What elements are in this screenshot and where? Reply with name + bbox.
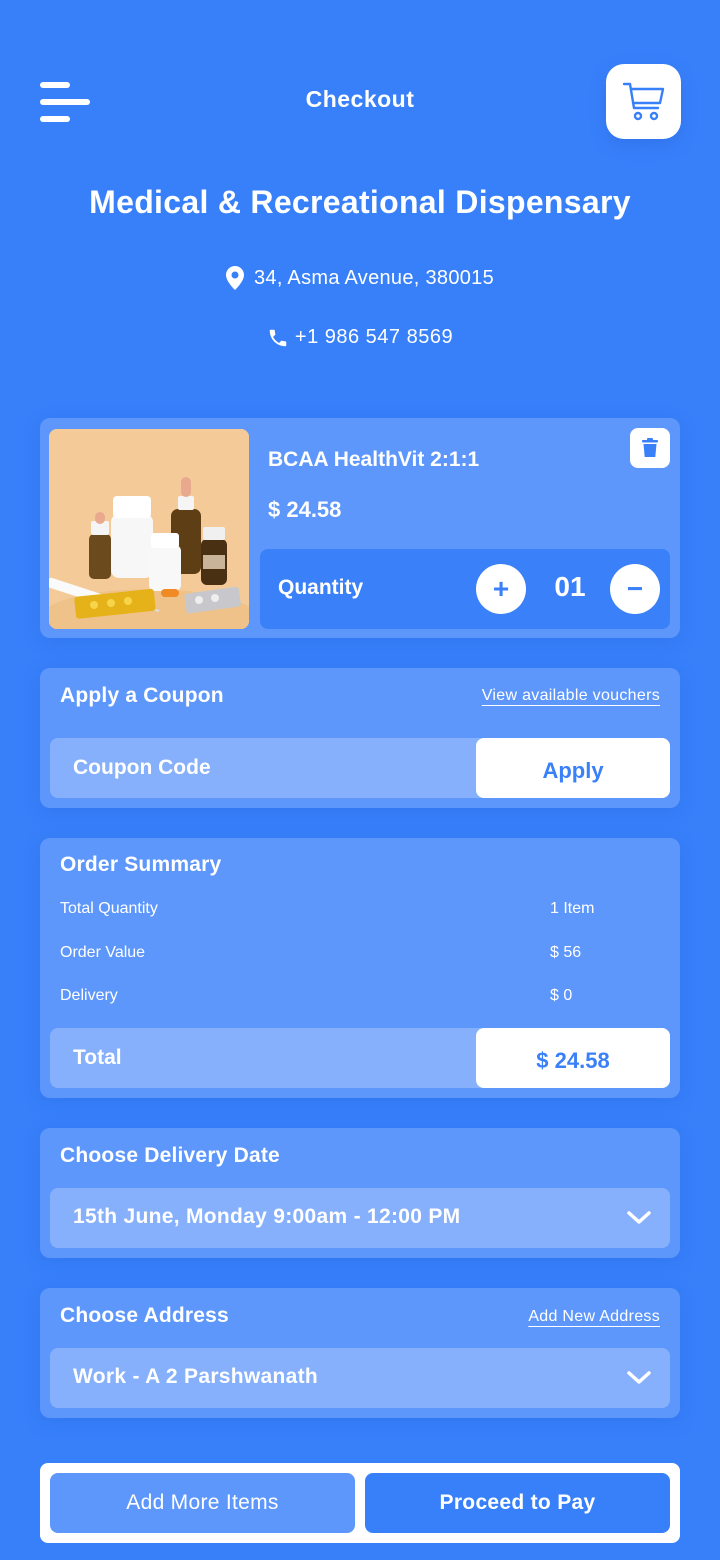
add-new-address-link[interactable]: Add New Address [528, 1308, 660, 1326]
delivery-date-card: Choose Delivery Date 15th June, Monday 9… [40, 1128, 680, 1258]
delivery-date-title: Choose Delivery Date [60, 1144, 280, 1167]
trash-icon [642, 438, 658, 457]
menu-line [40, 116, 70, 122]
order-summary-card: Order Summary Total Quantity 1 Item Orde… [40, 838, 680, 1098]
coupon-code-input[interactable] [50, 738, 476, 798]
order-summary-title: Order Summary [60, 853, 222, 876]
address-title: Choose Address [60, 1304, 229, 1327]
cart-button[interactable] [606, 64, 681, 139]
shopping-cart-icon [622, 82, 664, 120]
product-name: BCAA HealthVit 2:1:1 [268, 448, 480, 471]
summary-value: 1 Item [550, 900, 595, 917]
add-more-items-button[interactable]: Add More Items [50, 1473, 355, 1533]
view-vouchers-link[interactable]: View available vouchers [482, 687, 660, 705]
coupon-title: Apply a Coupon [60, 684, 224, 707]
coupon-row: Apply [50, 738, 670, 798]
address-select[interactable]: Work - A 2 Parshwanath [50, 1348, 670, 1408]
product-image [49, 429, 249, 629]
phone-icon [269, 329, 287, 346]
store-name: Medical & Recreational Dispensary [89, 184, 631, 220]
delivery-date-value: 15th June, Monday 9:00am - 12:00 PM [73, 1205, 461, 1228]
minus-icon: − [626, 573, 644, 604]
summary-label: Order Value [60, 944, 146, 961]
decrease-quantity-button[interactable]: − [610, 564, 660, 614]
apply-coupon-button[interactable]: Apply [476, 738, 670, 798]
coupon-card: Apply a Coupon View available vouchers A… [40, 668, 680, 808]
quantity-value: 01 [554, 571, 586, 602]
address-card: Choose Address Add New Address Work - A … [40, 1288, 680, 1418]
bottom-action-bar: Add More Items Proceed to Pay [40, 1463, 680, 1543]
increase-quantity-button[interactable]: + [476, 564, 526, 614]
store-phone-text: +1 986 547 8569 [294, 326, 454, 348]
summary-value: $ 0 [550, 987, 573, 1004]
quantity-label: Quantity [278, 576, 364, 599]
summary-label: Delivery [60, 987, 118, 1004]
chevron-down-icon [627, 1211, 651, 1224]
chevron-down-icon [627, 1371, 651, 1384]
quantity-stepper: Quantity + 01 − [260, 549, 670, 629]
address-value: Work - A 2 Parshwanath [73, 1365, 319, 1388]
summary-label: Total Quantity [60, 900, 158, 917]
total-row: Total $ 24.58 [50, 1028, 670, 1088]
total-label: Total [73, 1046, 122, 1069]
store-phone[interactable]: +1 986 547 8569 [0, 326, 720, 349]
product-price: $ 24.58 [268, 497, 342, 522]
store-address: 34, Asma Avenue, 380015 [0, 266, 720, 290]
plus-icon: + [492, 573, 510, 604]
location-pin-icon [225, 266, 244, 290]
delete-item-button[interactable] [630, 428, 670, 468]
cart-item-card: BCAA HealthVit 2:1:1 $ 24.58 Quantity + … [40, 418, 680, 638]
summary-value: $ 56 [550, 944, 582, 961]
store-address-text: 34, Asma Avenue, 380015 [253, 266, 495, 289]
proceed-to-pay-button[interactable]: Proceed to Pay [365, 1473, 670, 1533]
delivery-date-select[interactable]: 15th June, Monday 9:00am - 12:00 PM [50, 1188, 670, 1248]
medicine-illustration [49, 429, 249, 629]
total-value: $ 24.58 [476, 1028, 670, 1088]
